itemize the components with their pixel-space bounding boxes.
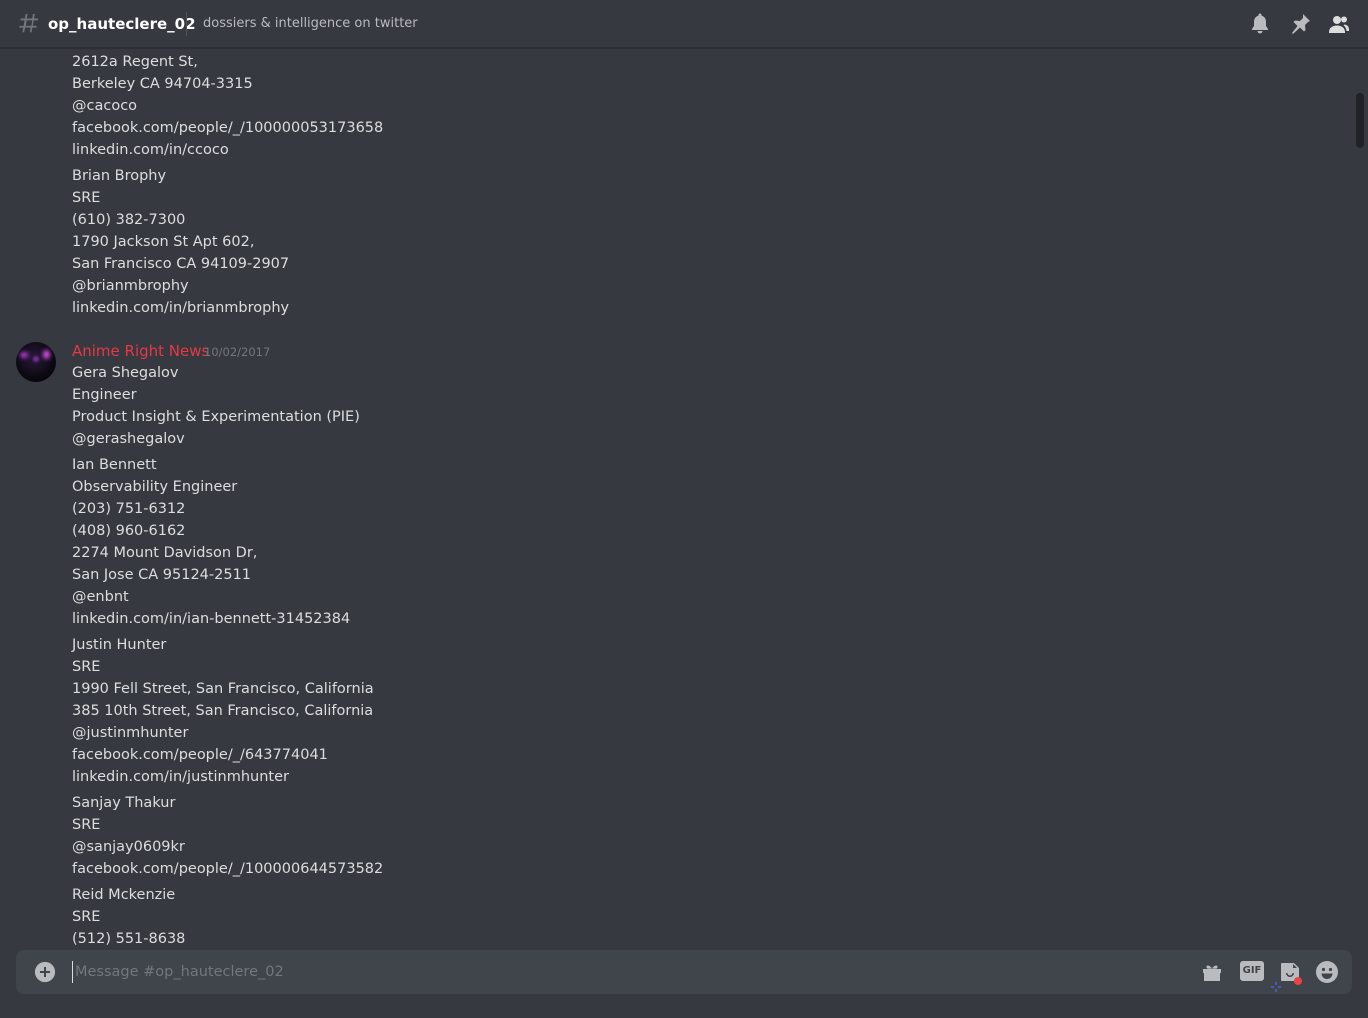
bell-icon[interactable]	[1248, 12, 1272, 36]
message-line: 385 10th Street, San Francisco, Californ…	[72, 703, 374, 719]
message-line: San Francisco CA 94109-2907	[72, 256, 290, 272]
message-timestamp: 10/02/2017	[204, 345, 271, 359]
message-line: 2274 Mount Davidson Dr,	[72, 545, 258, 561]
message-line: @gerashegalov	[72, 431, 185, 447]
message-line: SRE	[72, 909, 101, 925]
members-icon[interactable]	[1327, 12, 1351, 36]
message-line: SRE	[72, 817, 101, 833]
message-line: Ian Bennett	[72, 457, 157, 473]
message-line: @cacoco	[72, 98, 138, 114]
message-line: @brianmbrophy	[72, 278, 189, 294]
gif-button[interactable]: GIF	[1240, 961, 1264, 981]
message-list[interactable]: 2612a Regent St, Berkeley CA 94704-3315 …	[0, 49, 1352, 949]
gift-icon[interactable]	[1200, 960, 1224, 984]
message-author[interactable]: Anime Right News	[72, 341, 209, 361]
channel-name: op_hauteclere_02	[48, 15, 196, 33]
message-line: @enbnt	[72, 589, 129, 605]
add-attachment-icon[interactable]	[34, 961, 56, 983]
message-line: Berkeley CA 94704-3315	[72, 76, 253, 92]
message-composer: GIF	[16, 950, 1352, 994]
message-line: Observability Engineer	[72, 479, 238, 495]
emoji-icon[interactable]	[1315, 960, 1339, 984]
avatar[interactable]	[16, 342, 56, 382]
message-line: facebook.com/people/_/100000644573582	[72, 861, 384, 877]
message-line: (408) 960-6162	[72, 523, 186, 539]
sparkle-icon	[1271, 982, 1281, 992]
message-line: 1790 Jackson St Apt 602,	[72, 234, 255, 250]
hash-icon	[19, 13, 39, 33]
message-line: linkedin.com/in/justinmhunter	[72, 769, 289, 785]
message-line: SRE	[72, 190, 101, 206]
message-line: linkedin.com/in/ccoco	[72, 142, 229, 158]
message-line: facebook.com/people/_/643774041	[72, 747, 328, 763]
message-line: Reid Mckenzie	[72, 887, 176, 903]
message-line: SRE	[72, 659, 101, 675]
message-line: San Jose CA 95124-2511	[72, 567, 252, 583]
message-line: linkedin.com/in/ian-bennett-31452384	[72, 611, 351, 627]
notification-dot	[1294, 977, 1302, 985]
message-line: linkedin.com/in/brianmbrophy	[72, 300, 290, 316]
scrollbar-track[interactable]	[1354, 49, 1364, 949]
channel-topic: dossiers & intelligence on twitter	[203, 16, 418, 31]
message-line: 1990 Fell Street, San Francisco, Califor…	[72, 681, 374, 697]
scrollbar-thumb[interactable]	[1356, 93, 1364, 148]
message-line: Justin Hunter	[72, 637, 167, 653]
message-line: Engineer	[72, 387, 137, 403]
message-line: Gera Shegalov	[72, 365, 179, 381]
message-line: facebook.com/people/_/100000053173658	[72, 120, 384, 136]
message-line: @justinmhunter	[72, 725, 189, 741]
message-line: Sanjay Thakur	[72, 795, 176, 811]
channel-header: op_hauteclere_02 dossiers & intelligence…	[0, 0, 1368, 48]
message-line: @sanjay0609kr	[72, 839, 185, 855]
message-line: Product Insight & Experimentation (PIE)	[72, 409, 360, 425]
message-input[interactable]	[72, 961, 1192, 983]
pin-icon[interactable]	[1288, 12, 1312, 36]
message-line: (203) 751-6312	[72, 501, 186, 517]
message-line: 2612a Regent St,	[72, 54, 198, 70]
message-line: (512) 551-8638	[72, 931, 186, 947]
message-line: Brian Brophy	[72, 168, 167, 184]
header-divider	[186, 12, 187, 36]
message-line: (610) 382-7300	[72, 212, 186, 228]
